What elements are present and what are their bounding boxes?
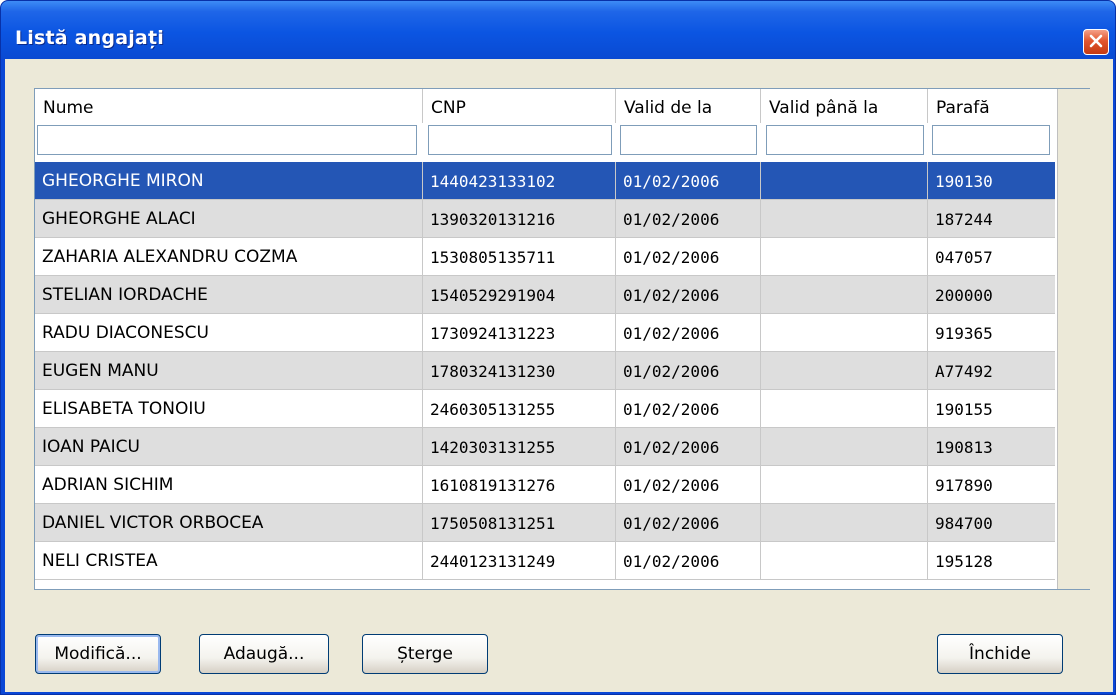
column-header-valid-de-la[interactable]: Valid de la [616,89,761,123]
cell-valid-pana-la [761,428,928,465]
cell-cnp: 1420303131255 [423,428,616,465]
table-row[interactable]: GHEORGHE MIRON 1440423133102 01/02/2006 190… [35,162,1055,200]
cell-nume: ZAHARIA ALEXANDRU COZMA [35,238,423,275]
cell-parafa: 984700 [935,514,993,533]
cell-parafa: 200000 [935,286,993,305]
cell-valid-pana-la [761,200,928,237]
table-row[interactable]: GHEORGHE ALACI 1390320131216 01/02/2006 187… [35,200,1055,238]
employee-grid: Nume CNP Valid de la Valid până la Paraf… [34,88,1090,590]
cell-parafa: 187244 [935,210,993,229]
column-header-cnp[interactable]: CNP [423,89,616,123]
cell-nume: RADU DIACONESCU [35,314,423,351]
cell-cnp: 2440123131249 [423,542,616,579]
table-row[interactable]: EUGEN MANU 1780324131230 01/02/2006 A77492 [35,352,1055,390]
cell-nume: ADRIAN SICHIM [35,466,423,503]
cell-cnp: 1530805135711 [423,238,616,275]
cell-valid-pana-la [761,276,928,313]
table-row[interactable]: STELIAN IORDACHE 1540529291904 01/02/2006 2… [35,276,1055,314]
filter-valid-pana-la-input[interactable] [766,125,924,155]
cell-nume: STELIAN IORDACHE [35,276,423,313]
cell-nume: DANIEL VICTOR ORBOCEA [35,504,423,541]
cell-valid-pana-la [761,238,928,275]
cell-nume: ELISABETA TONOIU [35,390,423,427]
cell-valid-pana-la [761,466,928,503]
cell-valid-de-la: 01/02/2006 [616,238,761,275]
title-bar[interactable]: Listă angajați [1,1,1115,59]
cell-cnp: 1610819131276 [423,466,616,503]
cell-parafa: 047057 [935,248,993,267]
cell-cnp: 1390320131216 [423,200,616,237]
delete-button[interactable]: Șterge [362,634,488,674]
table-row[interactable]: IOAN PAICU 1420303131255 01/02/2006 190813 [35,428,1055,466]
cell-valid-de-la: 01/02/2006 [616,200,761,237]
cell-valid-de-la: 01/02/2006 [616,542,761,579]
table-row[interactable]: ELISABETA TONOIU 2460305131255 01/02/2006 1… [35,390,1055,428]
cell-nume: GHEORGHE MIRON [35,162,423,199]
cell-cnp: 2460305131255 [423,390,616,427]
cell-parafa: 190155 [935,400,993,419]
cell-nume: IOAN PAICU [35,428,423,465]
close-button[interactable] [1083,29,1109,55]
cell-valid-de-la: 01/02/2006 [616,504,761,541]
cell-valid-pana-la [761,542,928,579]
dialog-client-area: Nume CNP Valid de la Valid până la Paraf… [5,59,1113,692]
cell-parafa: 195128 [935,552,993,571]
filter-parafa-input[interactable] [932,125,1050,155]
cell-valid-pana-la [761,390,928,427]
close-icon [1089,33,1103,52]
table-row[interactable]: DANIEL VICTOR ORBOCEA 1750508131251 01/02/… [35,504,1055,542]
grid-body: Nume CNP Valid de la Valid până la Paraf… [35,89,1057,589]
cell-valid-pana-la [761,504,928,541]
cell-cnp: 1540529291904 [423,276,616,313]
cell-valid-de-la: 01/02/2006 [616,162,761,199]
cell-valid-pana-la [761,314,928,351]
cell-parafa: 190813 [935,438,993,457]
table-row[interactable]: NELI CRISTEA 2440123131249 01/02/2006 19512… [35,542,1055,580]
cell-cnp: 1440423133102 [423,162,616,199]
cell-valid-de-la: 01/02/2006 [616,276,761,313]
cell-parafa: 919365 [935,324,993,343]
modify-button[interactable]: Modifică... [35,634,161,674]
column-header-valid-pana-la[interactable]: Valid până la [761,89,928,123]
filter-nume-input[interactable] [37,125,417,155]
cell-nume: EUGEN MANU [35,352,423,389]
column-header-parafa[interactable]: Parafă [928,89,1055,123]
grid-header: Nume CNP Valid de la Valid până la Paraf… [35,89,1055,123]
column-header-nume[interactable]: Nume [35,89,423,123]
cell-valid-de-la: 01/02/2006 [616,352,761,389]
cell-parafa: 190130 [935,172,993,191]
window-title: Listă angajați [15,27,164,49]
cell-nume: GHEORGHE ALACI [35,200,423,237]
cell-valid-de-la: 01/02/2006 [616,466,761,503]
filter-row [35,123,1055,160]
table-row[interactable]: ZAHARIA ALEXANDRU COZMA 1530805135711 01/0… [35,238,1055,276]
close-dialog-button[interactable]: Închide [937,634,1063,674]
table-row[interactable]: RADU DIACONESCU 1730924131223 01/02/2006 91… [35,314,1055,352]
filter-cnp-input[interactable] [428,125,612,155]
cell-valid-de-la: 01/02/2006 [616,314,761,351]
cell-nume: NELI CRISTEA [35,542,423,579]
cell-valid-pana-la [761,162,928,199]
cell-cnp: 1730924131223 [423,314,616,351]
add-button[interactable]: Adaugă... [199,634,329,674]
cell-cnp: 1750508131251 [423,504,616,541]
filter-valid-de-la-input[interactable] [620,125,757,155]
table-row[interactable]: ADRIAN SICHIM 1610819131276 01/02/2006 9178… [35,466,1055,504]
cell-parafa: 917890 [935,476,993,495]
employee-list-window: Listă angajați Nume CNP Valid de la Vali… [0,0,1116,695]
cell-valid-de-la: 01/02/2006 [616,390,761,427]
cell-cnp: 1780324131230 [423,352,616,389]
cell-valid-de-la: 01/02/2006 [616,428,761,465]
cell-valid-pana-la [761,352,928,389]
vertical-scroll-area[interactable] [1057,89,1090,589]
cell-parafa: A77492 [935,362,993,381]
